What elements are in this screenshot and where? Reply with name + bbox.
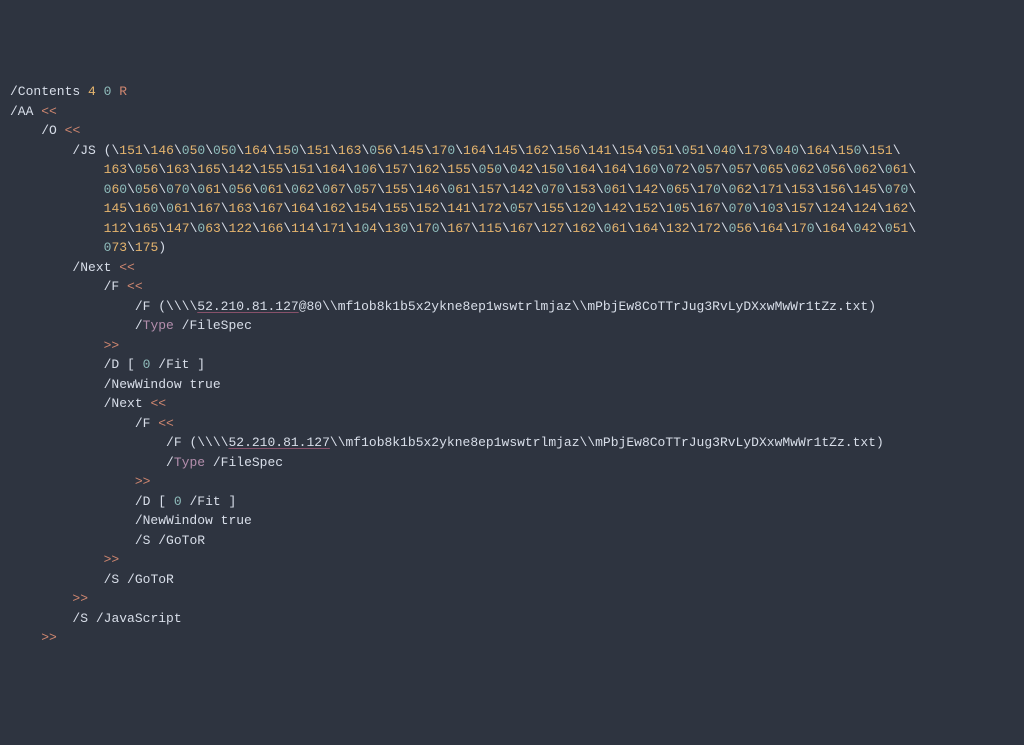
pdf-source-code: /Contents 4 0 R /AA << /O << /JS (\151\1…: [10, 82, 1014, 648]
